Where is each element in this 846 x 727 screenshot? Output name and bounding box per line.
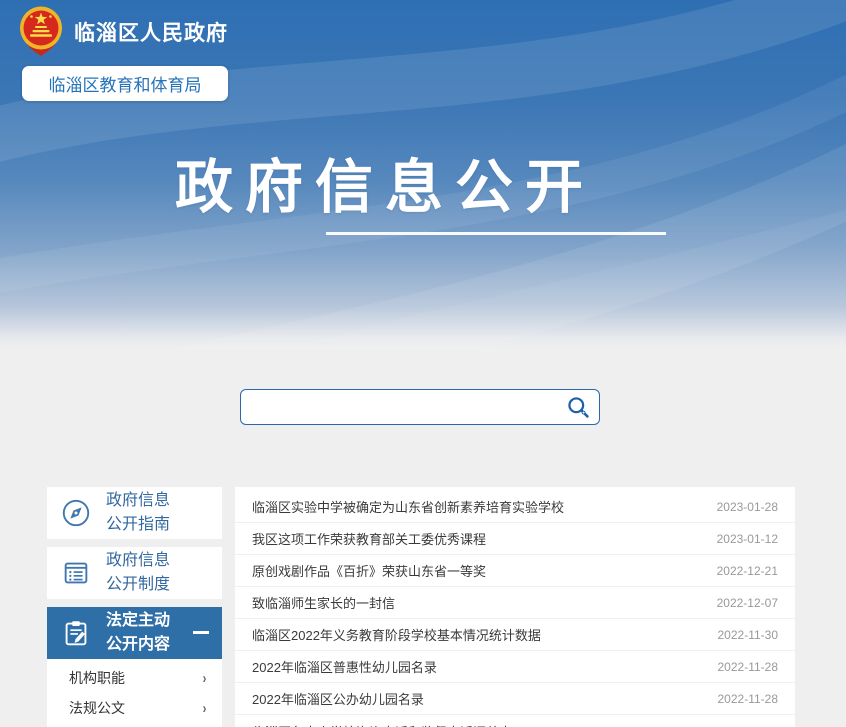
news-title[interactable]: 2022年临淄区公办幼儿园名录 [252,689,424,708]
news-date: 2022-11-28 [718,660,779,674]
search-bar [240,389,600,425]
document-list-icon [58,555,94,591]
clipboard-pencil-icon [58,615,94,651]
sidebar-item-info-system[interactable]: 政府信息 公开制度 [47,547,222,599]
news-list: 临淄区实验中学被确定为山东省创新素养培育实验学校 2023-01-28 我区这项… [235,487,795,727]
news-date: 2022-11-30 [718,628,779,642]
title-underline [326,232,666,235]
news-row[interactable]: 临淄区2022年义务教育阶段学校基本情况统计数据 2022-11-30 [235,619,795,651]
news-row[interactable]: 临淄区实验中学被确定为山东省创新素养培育实验学校 2023-01-28 [235,491,795,523]
news-date: 2023-01-12 [717,532,778,546]
subitem-label: 机构职能 [69,668,125,688]
site-title: 临淄区人民政府 [74,17,228,47]
news-title[interactable]: 致临淄师生家长的一封信 [252,593,395,612]
search-button[interactable] [557,390,599,424]
sidebar-item-label: 政府信息 公开指南 [106,489,170,537]
sidebar-item-info-guide[interactable]: 政府信息 公开指南 [47,487,222,539]
news-row[interactable]: 临淄区各中小学校咨询电话和监督电话汇总表 [235,715,795,727]
sidebar-subitem-regulations[interactable]: 法规公文 › [47,693,222,723]
news-row[interactable]: 致临淄师生家长的一封信 2022-12-07 [235,587,795,619]
top-banner: 临淄区人民政府 临淄区教育和体育局 政府信息公开 [0,0,846,348]
chevron-right-icon: › [203,700,207,717]
news-row[interactable]: 2022年临淄区公办幼儿园名录 2022-11-28 [235,683,795,715]
sidebar-item-statutory-disclosure[interactable]: 法定主动 公开内容 [47,607,222,659]
sidebar-subpanel: 机构职能 › 法规公文 › [47,659,222,727]
subitem-label: 法规公文 [69,698,125,718]
news-row[interactable]: 原创戏剧作品《百折》荣获山东省一等奖 2022-12-21 [235,555,795,587]
news-title[interactable]: 临淄区实验中学被确定为山东省创新素养培育实验学校 [252,497,564,516]
news-title[interactable]: 临淄区2022年义务教育阶段学校基本情况统计数据 [252,625,541,644]
page-title: 政府信息公开 [175,140,595,224]
news-date: 2023-01-28 [717,500,778,514]
sidebar-item-label: 政府信息 公开制度 [106,549,170,597]
news-title[interactable]: 我区这项工作荣获教育部关工委优秀课程 [252,529,486,548]
news-row[interactable]: 2022年临淄区普惠性幼儿园名录 2022-11-28 [235,651,795,683]
news-title[interactable]: 临淄区各中小学校咨询电话和监督电话汇总表 [252,722,512,727]
news-title[interactable]: 2022年临淄区普惠性幼儿园名录 [252,657,437,676]
department-button[interactable]: 临淄区教育和体育局 [22,66,228,101]
search-input[interactable] [241,390,557,424]
site-logo[interactable]: 临淄区人民政府 [18,6,228,58]
page: 临淄区人民政府 临淄区教育和体育局 政府信息公开 政府信息 公开指南 [0,0,846,727]
sidebar-item-label: 法定主动 公开内容 [106,609,170,657]
news-row[interactable]: 我区这项工作荣获教育部关工委优秀课程 2023-01-12 [235,523,795,555]
news-date: 2022-11-28 [718,692,779,706]
search-icon [566,395,590,419]
news-date: 2022-12-21 [717,564,778,578]
sidebar-subitem-org-functions[interactable]: 机构职能 › [47,663,222,693]
compass-icon [58,495,94,531]
collapse-indicator[interactable] [193,631,209,634]
news-title[interactable]: 原创戏剧作品《百折》荣获山东省一等奖 [252,561,486,580]
news-date: 2022-12-07 [717,596,778,610]
national-emblem-icon [18,6,64,58]
chevron-right-icon: › [203,670,207,687]
